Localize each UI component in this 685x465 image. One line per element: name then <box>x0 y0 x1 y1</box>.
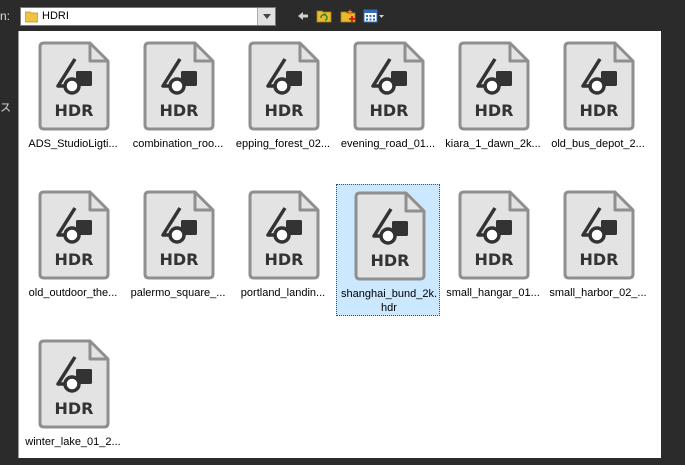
hdr-file-icon: HDR <box>354 191 426 281</box>
file-item[interactable]: HDR evening_road_01... <box>336 35 440 167</box>
file-name: old_outdoor_the... <box>28 287 118 299</box>
file-type-label: HDR <box>371 251 410 270</box>
file-name: ADS_StudioLigti... <box>28 138 118 150</box>
hdr-file-icon: HDR <box>353 41 425 131</box>
left-sidebar: ス <box>0 31 18 458</box>
file-item[interactable]: HDR palermo_square_... <box>126 184 230 316</box>
file-item[interactable]: HDR epping_forest_02... <box>231 35 335 167</box>
file-item[interactable]: HDR small_harbor_02_... <box>546 184 650 316</box>
hdr-file-icon: HDR <box>38 339 110 429</box>
file-item[interactable]: HDR shanghai_bund_2k. hdr <box>336 184 440 316</box>
file-item[interactable]: HDR portland_landin... <box>231 184 335 316</box>
file-type-label: HDR <box>370 101 409 120</box>
file-name: combination_roo... <box>132 138 224 150</box>
file-type-label: HDR <box>475 250 514 269</box>
toolbar: n: HDRI <box>0 0 685 31</box>
hdr-file-icon: HDR <box>248 190 320 280</box>
chevron-down-icon[interactable] <box>257 8 275 25</box>
file-item[interactable]: HDR old_outdoor_the... <box>21 184 125 316</box>
look-in-label: n: <box>0 9 11 23</box>
new-folder-icon[interactable] <box>340 8 356 24</box>
file-item[interactable]: HDR old_bus_depot_2... <box>546 35 650 167</box>
folder-icon <box>25 11 38 23</box>
sidebar-partial-text: ス <box>0 102 11 114</box>
hdr-file-icon: HDR <box>563 190 635 280</box>
file-list-view[interactable]: HDR ADS_StudioLigti... HDR combination_roo.… <box>18 31 661 458</box>
back-arrow-icon[interactable] <box>295 8 311 24</box>
file-name: kiara_1_dawn_2k... <box>445 138 541 150</box>
hdr-file-icon: HDR <box>38 190 110 280</box>
file-name: small_hangar_01... <box>446 287 540 299</box>
file-name: portland_landin... <box>240 287 326 299</box>
file-type-label: HDR <box>55 250 94 269</box>
file-name: small_harbor_02_... <box>549 287 647 299</box>
file-item[interactable]: HDR kiara_1_dawn_2k... <box>441 35 545 167</box>
hdr-file-icon: HDR <box>143 190 215 280</box>
hdr-file-icon: HDR <box>458 190 530 280</box>
file-item[interactable]: HDR combination_roo... <box>126 35 230 167</box>
hdr-file-icon: HDR <box>563 41 635 131</box>
right-gutter <box>661 31 685 458</box>
file-type-label: HDR <box>265 101 304 120</box>
file-name: evening_road_01... <box>340 138 436 150</box>
file-type-label: HDR <box>580 250 619 269</box>
hdr-file-icon: HDR <box>143 41 215 131</box>
path-combo[interactable]: HDRI <box>20 7 276 26</box>
view-menu-icon[interactable] <box>363 8 385 24</box>
file-type-label: HDR <box>265 250 304 269</box>
file-type-label: HDR <box>475 101 514 120</box>
file-type-label: HDR <box>55 399 94 418</box>
hdr-file-icon: HDR <box>248 41 320 131</box>
file-name: epping_forest_02... <box>235 138 331 150</box>
hdr-file-icon: HDR <box>38 41 110 131</box>
file-name: old_bus_depot_2... <box>551 138 645 150</box>
file-name: palermo_square_... <box>130 287 226 299</box>
file-type-label: HDR <box>160 101 199 120</box>
file-item[interactable]: HDR ADS_StudioLigti... <box>21 35 125 167</box>
file-type-label: HDR <box>160 250 199 269</box>
file-name: shanghai_bund_2k. hdr <box>340 288 438 314</box>
file-name: winter_lake_01_2... <box>25 436 121 448</box>
file-item[interactable]: HDR small_hangar_01... <box>441 184 545 316</box>
file-type-label: HDR <box>55 101 94 120</box>
path-value: HDRI <box>42 10 69 22</box>
up-folder-icon[interactable] <box>316 8 332 24</box>
file-item[interactable]: HDR winter_lake_01_2... <box>21 333 125 465</box>
hdr-file-icon: HDR <box>458 41 530 131</box>
file-type-label: HDR <box>580 101 619 120</box>
